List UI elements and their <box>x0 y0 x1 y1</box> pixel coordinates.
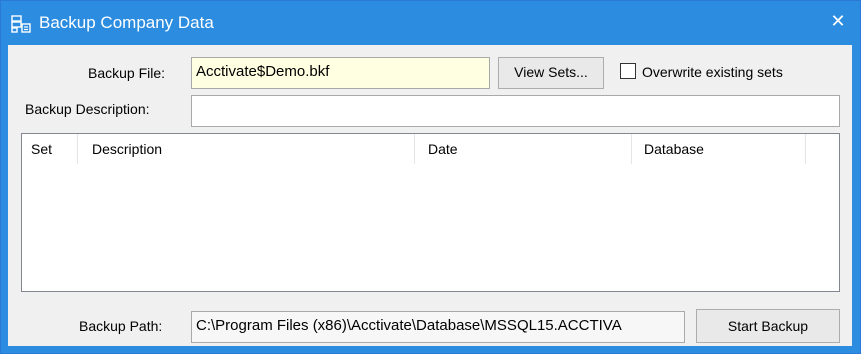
column-header-database[interactable]: Database <box>635 134 805 164</box>
column-header-description[interactable]: Description <box>83 134 414 164</box>
close-button[interactable]: ✕ <box>816 1 860 41</box>
start-backup-label: Start Backup <box>727 318 809 334</box>
backup-path-input[interactable]: C:\Program Files (x86)\Acctivate\Databas… <box>191 311 685 343</box>
title-bar[interactable]: Backup Company Data ✕ <box>1 1 860 45</box>
column-divider[interactable] <box>631 134 632 164</box>
backup-sets-list[interactable]: Set Description Date Database <box>21 133 840 292</box>
backup-path-label: Backup Path: <box>79 318 163 334</box>
column-header-date[interactable]: Date <box>419 134 631 164</box>
overwrite-existing-sets-checkbox[interactable] <box>620 63 636 79</box>
dialog-body: Backup File: Acctivate$Demo.bkf View Set… <box>8 45 852 346</box>
backup-file-input[interactable]: Acctivate$Demo.bkf <box>191 57 490 89</box>
start-backup-button[interactable]: Start Backup <box>696 309 840 343</box>
column-header-set[interactable]: Set <box>22 134 77 164</box>
close-icon: ✕ <box>830 11 846 31</box>
window-title: Backup Company Data <box>39 13 214 32</box>
backup-file-label: Backup File: <box>88 65 166 81</box>
backup-description-label: Backup Description: <box>25 101 150 117</box>
column-divider[interactable] <box>77 134 78 164</box>
backup-description-input[interactable] <box>191 95 840 127</box>
backup-company-data-window: Backup Company Data ✕ Backup File: Accti… <box>0 0 861 354</box>
overwrite-existing-sets-label[interactable]: Overwrite existing sets <box>642 63 783 81</box>
view-sets-label: View Sets... <box>514 64 588 80</box>
column-divider[interactable] <box>805 134 806 164</box>
list-header: Set Description Date Database <box>22 134 839 164</box>
column-divider[interactable] <box>414 134 415 164</box>
view-sets-button[interactable]: View Sets... <box>498 57 604 89</box>
database-backup-icon <box>11 15 31 33</box>
